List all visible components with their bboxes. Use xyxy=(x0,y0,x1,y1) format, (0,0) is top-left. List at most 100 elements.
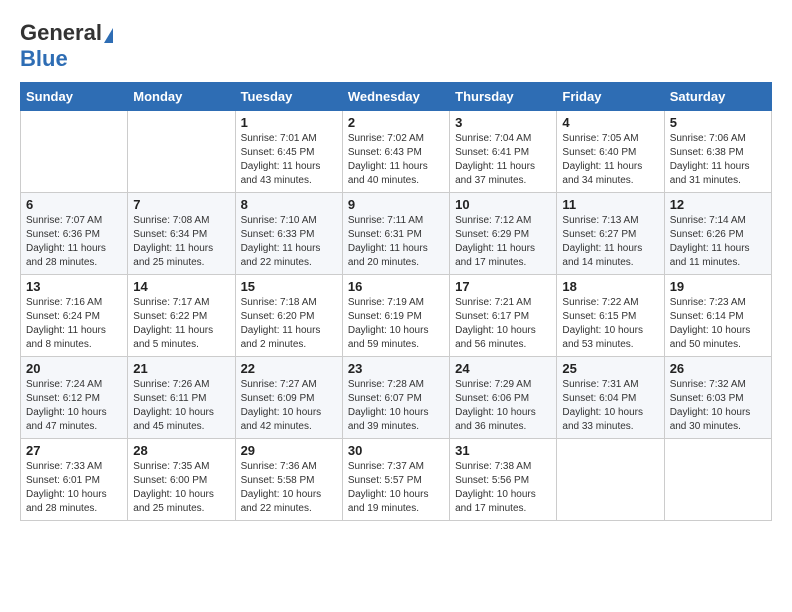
day-content: Sunrise: 7:18 AM Sunset: 6:20 PM Dayligh… xyxy=(241,296,337,352)
day-content: Sunrise: 7:24 AM Sunset: 6:12 PM Dayligh… xyxy=(26,378,122,434)
calendar-week-row: 13Sunrise: 7:16 AM Sunset: 6:24 PM Dayli… xyxy=(21,275,772,357)
day-number: 31 xyxy=(455,443,551,458)
day-content: Sunrise: 7:11 AM Sunset: 6:31 PM Dayligh… xyxy=(348,214,444,270)
day-content: Sunrise: 7:05 AM Sunset: 6:40 PM Dayligh… xyxy=(562,132,658,188)
calendar-cell: 12 Sunrise: 7:14 AM Sunset: 6:26 PM Dayli… xyxy=(664,193,771,275)
day-number: 10 xyxy=(455,197,551,212)
calendar-cell: 10 Sunrise: 7:12 AM Sunset: 6:29 PM Dayli… xyxy=(450,193,557,275)
day-content: Sunrise: 7:23 AM Sunset: 6:14 PM Dayligh… xyxy=(670,296,766,352)
calendar-table: SundayMondayTuesdayWednesdayThursdayFrid… xyxy=(20,82,772,521)
calendar-cell xyxy=(21,111,128,193)
logo: General Blue xyxy=(20,20,113,72)
calendar-cell: 5Sunrise: 7:06 AM Sunset: 6:38 PM Daylig… xyxy=(664,111,771,193)
calendar-week-row: 6Sunrise: 7:07 AM Sunset: 6:36 PM Daylig… xyxy=(21,193,772,275)
calendar-cell: 9 Sunrise: 7:11 AM Sunset: 6:31 PM Daylig… xyxy=(342,193,449,275)
day-content: Sunrise: 7:28 AM Sunset: 6:07 PM Dayligh… xyxy=(348,378,444,434)
calendar-cell: 3Sunrise: 7:04 AM Sunset: 6:41 PM Daylig… xyxy=(450,111,557,193)
calendar-cell: 15 Sunrise: 7:18 AM Sunset: 6:20 PM Dayli… xyxy=(235,275,342,357)
calendar-cell: 17 Sunrise: 7:21 AM Sunset: 6:17 PM Dayli… xyxy=(450,275,557,357)
day-content: Sunrise: 7:37 AM Sunset: 5:57 PM Dayligh… xyxy=(348,460,444,516)
calendar-cell: 25 Sunrise: 7:31 AM Sunset: 6:04 PM Dayli… xyxy=(557,357,664,439)
day-number: 28 xyxy=(133,443,229,458)
calendar-cell xyxy=(557,439,664,521)
day-number: 4 xyxy=(562,115,658,130)
calendar-cell: 21 Sunrise: 7:26 AM Sunset: 6:11 PM Dayli… xyxy=(128,357,235,439)
day-number: 29 xyxy=(241,443,337,458)
day-content: Sunrise: 7:29 AM Sunset: 6:06 PM Dayligh… xyxy=(455,378,551,434)
day-number: 8 xyxy=(241,197,337,212)
page-header: General Blue xyxy=(20,20,772,72)
logo-blue: Blue xyxy=(20,46,68,72)
calendar-cell: 23 Sunrise: 7:28 AM Sunset: 6:07 PM Dayli… xyxy=(342,357,449,439)
day-content: Sunrise: 7:21 AM Sunset: 6:17 PM Dayligh… xyxy=(455,296,551,352)
logo-general: General xyxy=(20,20,113,46)
day-number: 9 xyxy=(348,197,444,212)
day-number: 2 xyxy=(348,115,444,130)
calendar-cell: 22 Sunrise: 7:27 AM Sunset: 6:09 PM Dayli… xyxy=(235,357,342,439)
calendar-cell: 26 Sunrise: 7:32 AM Sunset: 6:03 PM Dayli… xyxy=(664,357,771,439)
day-content: Sunrise: 7:16 AM Sunset: 6:24 PM Dayligh… xyxy=(26,296,122,352)
day-content: Sunrise: 7:26 AM Sunset: 6:11 PM Dayligh… xyxy=(133,378,229,434)
day-content: Sunrise: 7:04 AM Sunset: 6:41 PM Dayligh… xyxy=(455,132,551,188)
day-header-sunday: Sunday xyxy=(21,83,128,111)
calendar-week-row: 20 Sunrise: 7:24 AM Sunset: 6:12 PM Dayli… xyxy=(21,357,772,439)
day-header-thursday: Thursday xyxy=(450,83,557,111)
calendar-cell: 24 Sunrise: 7:29 AM Sunset: 6:06 PM Dayli… xyxy=(450,357,557,439)
day-number: 19 xyxy=(670,279,766,294)
day-content: Sunrise: 7:33 AM Sunset: 6:01 PM Dayligh… xyxy=(26,460,122,516)
day-content: Sunrise: 7:01 AM Sunset: 6:45 PM Dayligh… xyxy=(241,132,337,188)
calendar-body: 1 Sunrise: 7:01 AM Sunset: 6:45 PM Daylig… xyxy=(21,111,772,521)
calendar-header-row: SundayMondayTuesdayWednesdayThursdayFrid… xyxy=(21,83,772,111)
calendar-cell: 1 Sunrise: 7:01 AM Sunset: 6:45 PM Daylig… xyxy=(235,111,342,193)
calendar-cell: 28 Sunrise: 7:35 AM Sunset: 6:00 PM Dayli… xyxy=(128,439,235,521)
day-number: 18 xyxy=(562,279,658,294)
day-number: 1 xyxy=(241,115,337,130)
day-number: 23 xyxy=(348,361,444,376)
day-number: 12 xyxy=(670,197,766,212)
calendar-cell: 6Sunrise: 7:07 AM Sunset: 6:36 PM Daylig… xyxy=(21,193,128,275)
calendar-cell: 27 Sunrise: 7:33 AM Sunset: 6:01 PM Dayli… xyxy=(21,439,128,521)
day-content: Sunrise: 7:10 AM Sunset: 6:33 PM Dayligh… xyxy=(241,214,337,270)
calendar-cell: 19 Sunrise: 7:23 AM Sunset: 6:14 PM Dayli… xyxy=(664,275,771,357)
calendar-cell: 14Sunrise: 7:17 AM Sunset: 6:22 PM Dayli… xyxy=(128,275,235,357)
day-number: 24 xyxy=(455,361,551,376)
day-number: 26 xyxy=(670,361,766,376)
day-number: 20 xyxy=(26,361,122,376)
day-header-tuesday: Tuesday xyxy=(235,83,342,111)
day-number: 22 xyxy=(241,361,337,376)
day-content: Sunrise: 7:08 AM Sunset: 6:34 PM Dayligh… xyxy=(133,214,229,270)
day-content: Sunrise: 7:14 AM Sunset: 6:26 PM Dayligh… xyxy=(670,214,766,270)
calendar-cell: 7Sunrise: 7:08 AM Sunset: 6:34 PM Daylig… xyxy=(128,193,235,275)
day-content: Sunrise: 7:02 AM Sunset: 6:43 PM Dayligh… xyxy=(348,132,444,188)
calendar-cell: 8 Sunrise: 7:10 AM Sunset: 6:33 PM Daylig… xyxy=(235,193,342,275)
day-content: Sunrise: 7:32 AM Sunset: 6:03 PM Dayligh… xyxy=(670,378,766,434)
calendar-cell: 11Sunrise: 7:13 AM Sunset: 6:27 PM Dayli… xyxy=(557,193,664,275)
calendar-cell: 20 Sunrise: 7:24 AM Sunset: 6:12 PM Dayli… xyxy=(21,357,128,439)
day-number: 27 xyxy=(26,443,122,458)
day-content: Sunrise: 7:35 AM Sunset: 6:00 PM Dayligh… xyxy=(133,460,229,516)
day-number: 25 xyxy=(562,361,658,376)
calendar-cell: 2 Sunrise: 7:02 AM Sunset: 6:43 PM Daylig… xyxy=(342,111,449,193)
day-content: Sunrise: 7:12 AM Sunset: 6:29 PM Dayligh… xyxy=(455,214,551,270)
day-number: 16 xyxy=(348,279,444,294)
calendar-cell: 29Sunrise: 7:36 AM Sunset: 5:58 PM Dayli… xyxy=(235,439,342,521)
calendar-week-row: 27 Sunrise: 7:33 AM Sunset: 6:01 PM Dayli… xyxy=(21,439,772,521)
calendar-cell: 18 Sunrise: 7:22 AM Sunset: 6:15 PM Dayli… xyxy=(557,275,664,357)
day-number: 14 xyxy=(133,279,229,294)
day-content: Sunrise: 7:13 AM Sunset: 6:27 PM Dayligh… xyxy=(562,214,658,270)
day-number: 21 xyxy=(133,361,229,376)
calendar-cell xyxy=(128,111,235,193)
day-content: Sunrise: 7:27 AM Sunset: 6:09 PM Dayligh… xyxy=(241,378,337,434)
day-number: 15 xyxy=(241,279,337,294)
day-content: Sunrise: 7:22 AM Sunset: 6:15 PM Dayligh… xyxy=(562,296,658,352)
day-content: Sunrise: 7:38 AM Sunset: 5:56 PM Dayligh… xyxy=(455,460,551,516)
calendar-cell: 13Sunrise: 7:16 AM Sunset: 6:24 PM Dayli… xyxy=(21,275,128,357)
day-header-friday: Friday xyxy=(557,83,664,111)
day-number: 17 xyxy=(455,279,551,294)
calendar-cell: 30Sunrise: 7:37 AM Sunset: 5:57 PM Dayli… xyxy=(342,439,449,521)
calendar-cell: 31 Sunrise: 7:38 AM Sunset: 5:56 PM Dayli… xyxy=(450,439,557,521)
day-content: Sunrise: 7:07 AM Sunset: 6:36 PM Dayligh… xyxy=(26,214,122,270)
day-number: 5 xyxy=(670,115,766,130)
day-content: Sunrise: 7:31 AM Sunset: 6:04 PM Dayligh… xyxy=(562,378,658,434)
calendar-cell: 16Sunrise: 7:19 AM Sunset: 6:19 PM Dayli… xyxy=(342,275,449,357)
